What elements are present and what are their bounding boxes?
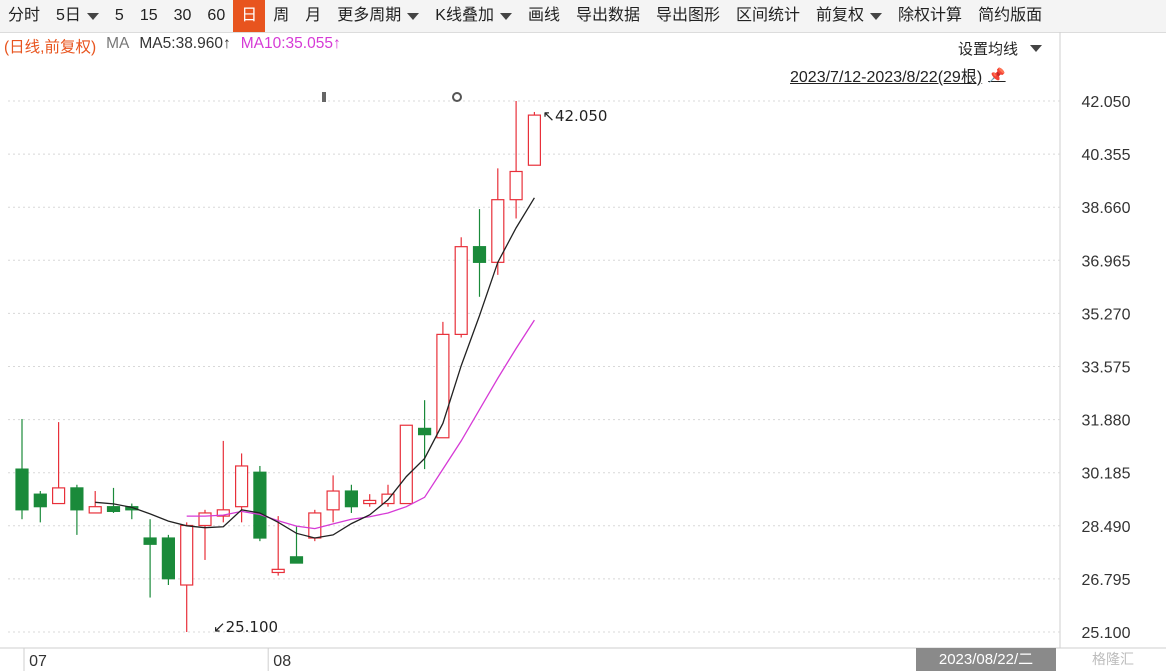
y-tick-label: 31.880	[1082, 413, 1131, 430]
y-tick-label: 30.185	[1082, 466, 1131, 483]
price-annotation: ↖42.050	[542, 107, 607, 125]
candle-up[interactable]	[51, 487, 66, 505]
candle-down[interactable]	[289, 556, 304, 564]
event-marker	[322, 92, 326, 102]
x-tick-label: 08	[273, 653, 291, 670]
candle-down[interactable]	[15, 468, 29, 511]
annotation-arrow: ↙	[213, 618, 226, 636]
candle-up[interactable]	[235, 465, 249, 508]
y-tick-label: 25.100	[1082, 625, 1131, 642]
y-tick-label: 36.965	[1082, 253, 1131, 270]
annotation-arrow: ↖	[542, 107, 555, 125]
y-tick-label: 26.795	[1082, 572, 1131, 589]
x-tick-label: 07	[29, 653, 47, 670]
y-tick-label: 28.490	[1082, 519, 1131, 536]
y-tick-label: 33.575	[1082, 360, 1131, 377]
candle-down[interactable]	[344, 490, 358, 508]
annotation-value: 25.100	[226, 618, 279, 636]
candle-up[interactable]	[509, 170, 523, 201]
candle-up[interactable]	[399, 424, 413, 505]
candle-up[interactable]	[308, 512, 322, 539]
candle-up[interactable]	[527, 114, 542, 166]
annotation-value: 42.050	[555, 107, 608, 125]
watermark-logo: 格隆汇	[1092, 651, 1134, 667]
y-tick-label: 38.660	[1082, 200, 1131, 217]
candle-up[interactable]	[363, 499, 377, 505]
event-marker	[452, 92, 462, 102]
candle-up[interactable]	[491, 199, 505, 263]
candle-down[interactable]	[418, 427, 432, 436]
candle-down[interactable]	[70, 487, 84, 511]
candle-down[interactable]	[472, 246, 487, 263]
y-tick-label: 35.270	[1082, 306, 1131, 323]
y-tick-label: 42.050	[1082, 94, 1131, 111]
candle-down[interactable]	[143, 537, 157, 545]
candle-down[interactable]	[106, 506, 121, 512]
ma5-line	[95, 197, 535, 539]
candle-up[interactable]	[326, 490, 340, 511]
cursor-date-tag: 2023/08/22/二	[916, 648, 1056, 671]
price-annotation: ↙25.100	[213, 618, 278, 636]
candle-up[interactable]	[88, 506, 102, 514]
y-tick-label: 40.355	[1082, 147, 1131, 164]
candle-up[interactable]	[271, 568, 285, 574]
candle-up[interactable]	[454, 246, 468, 335]
candle-up[interactable]	[198, 512, 212, 527]
candle-down[interactable]	[33, 493, 47, 508]
candle-down[interactable]	[161, 537, 175, 580]
candlestick-chart[interactable]: 42.050 40.355 38.660 36.965 35.270 33.575 31.8…	[0, 0, 1166, 671]
candle-down[interactable]	[253, 471, 267, 539]
candle-up[interactable]	[180, 524, 194, 586]
